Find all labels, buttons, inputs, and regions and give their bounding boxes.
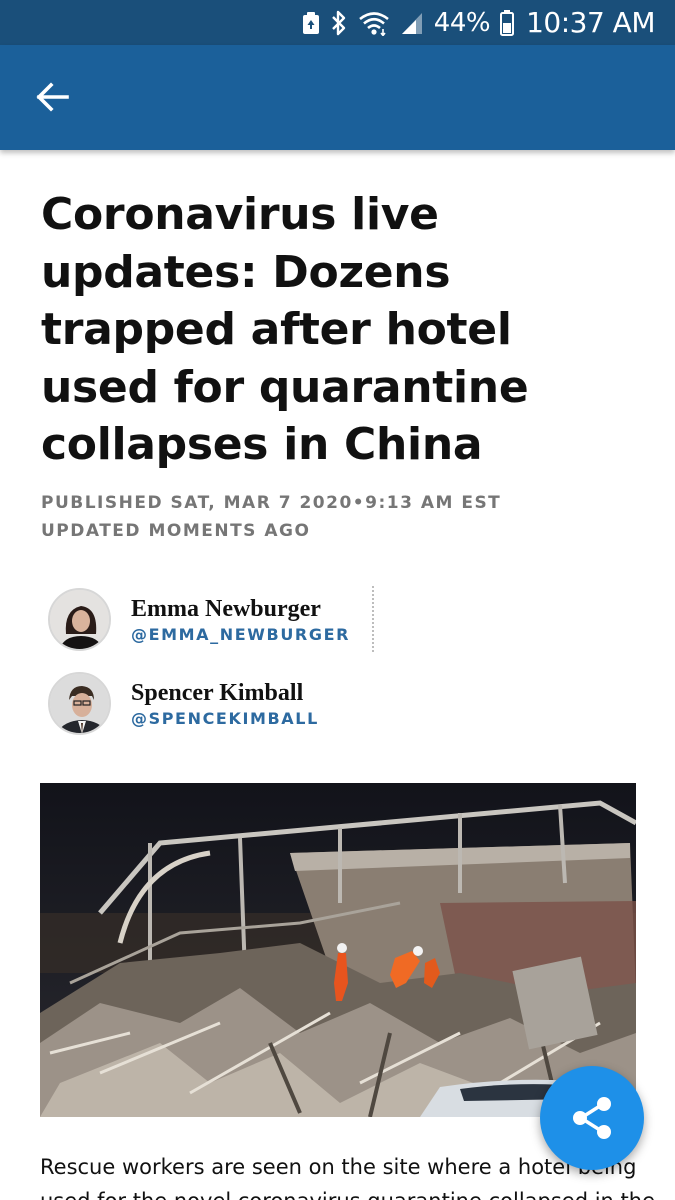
app-bar: [0, 45, 675, 150]
avatar[interactable]: [48, 587, 111, 651]
caption-line: Rescue workers are seen on the site wher…: [40, 1155, 637, 1179]
status-time: 10:37 AM: [526, 5, 655, 39]
author-handle[interactable]: @EMMA_NEWBURGER: [131, 625, 350, 644]
arrow-left-icon: [35, 82, 69, 112]
battery-icon: [500, 9, 515, 37]
author-name[interactable]: Emma Newburger: [131, 595, 350, 623]
image-caption: Rescue workers are seen on the site wher…: [40, 1150, 655, 1200]
article-headline: Coronavirus live updates: Dozens trapped…: [41, 189, 529, 470]
share-button[interactable]: [540, 1066, 644, 1170]
avatar[interactable]: [48, 671, 111, 735]
recycle-icon: [302, 9, 320, 37]
updated-status: UPDATED MOMENTS AGO: [41, 521, 311, 541]
back-button[interactable]: [26, 73, 78, 121]
share-icon: [571, 1096, 613, 1140]
bluetooth-icon: [330, 9, 348, 37]
author-handle[interactable]: @SPENCEKIMBALL: [131, 709, 319, 728]
published-date: PUBLISHED SAT, MAR 7 2020•9:13 AM EST: [41, 493, 502, 513]
caption-line: used for the novel coronavirus quarantin…: [40, 1184, 655, 1200]
author-name[interactable]: Spencer Kimball: [131, 679, 319, 707]
hero-image: [40, 783, 636, 1117]
author-card[interactable]: Emma Newburger @EMMA_NEWBURGER: [48, 586, 350, 652]
author-card[interactable]: Spencer Kimball @SPENCEKIMBALL: [48, 670, 319, 736]
signal-icon: [400, 9, 424, 37]
author-divider: [372, 586, 374, 652]
wifi-icon: [358, 9, 390, 37]
battery-percent: 44%: [433, 7, 491, 38]
status-bar: 44% 10:37 AM: [0, 0, 675, 45]
